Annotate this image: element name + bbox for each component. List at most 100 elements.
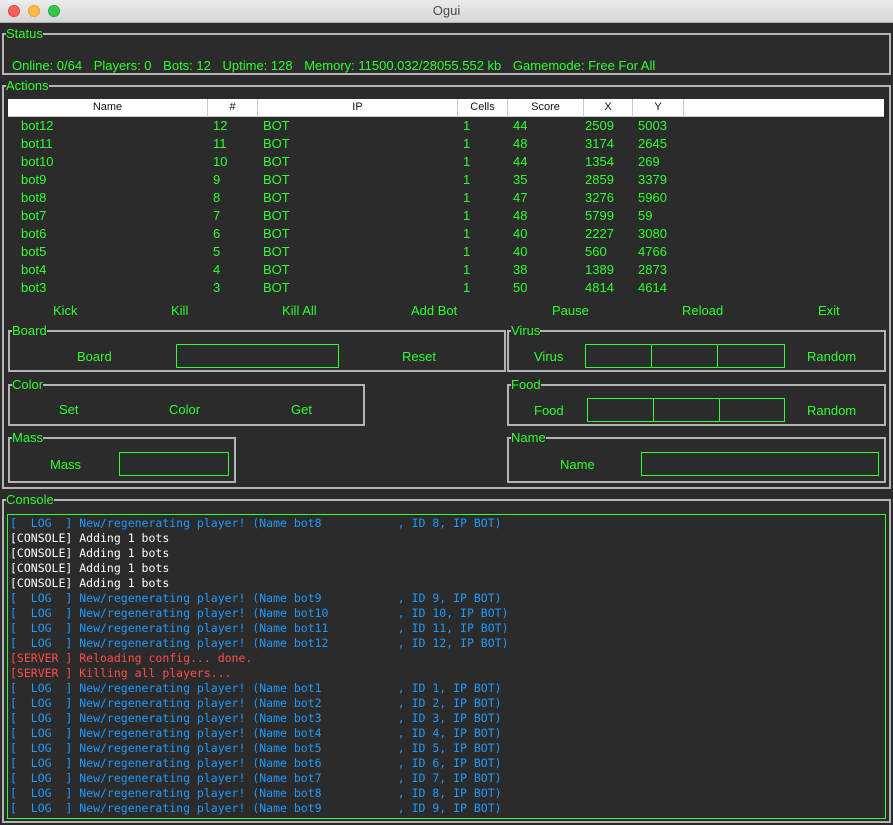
cell-ip: BOT [263, 262, 290, 277]
console-line: [SERVER ] Killing all players... [10, 666, 232, 680]
table-row[interactable]: bot3 3 BOT 1 50 4814 4614 [8, 279, 884, 297]
virus-input-2[interactable] [651, 344, 718, 368]
table-row[interactable]: bot6 6 BOT 1 40 2227 3080 [8, 225, 884, 243]
cell-number: 9 [213, 172, 221, 187]
cell-y: 2645 [638, 136, 667, 151]
kick-button[interactable]: Kick [53, 303, 78, 318]
table-row[interactable]: bot5 5 BOT 1 40 560 4766 [8, 243, 884, 261]
table-row[interactable]: bot7 7 BOT 1 48 5799 59 [8, 207, 884, 225]
status-uptime: Uptime: 128 [222, 58, 293, 73]
cell-number: 10 [213, 154, 228, 169]
column-header-name[interactable]: Name [8, 99, 208, 116]
food-button[interactable]: Food [534, 403, 564, 418]
color-legend: Color [12, 377, 44, 392]
cell-name: bot9 [21, 172, 47, 187]
table-row[interactable]: bot10 10 BOT 1 44 1354 269 [8, 153, 884, 171]
cell-x: 2509 [585, 118, 614, 133]
table-row[interactable]: bot4 4 BOT 1 38 1389 2873 [8, 261, 884, 279]
color-set-button[interactable]: Set [59, 402, 79, 417]
virus-button[interactable]: Virus [534, 349, 563, 364]
actions-legend: Actions [6, 78, 49, 93]
cell-ip: BOT [263, 154, 290, 169]
cell-name: bot5 [21, 244, 47, 259]
food-input-2[interactable] [653, 398, 720, 422]
column-header-filler [684, 99, 884, 116]
console-line: [CONSOLE] Adding 1 bots [10, 576, 170, 590]
cell-cells: 1 [463, 136, 471, 151]
column-header-x[interactable]: X [584, 99, 633, 116]
status-bots: Bots: 12 [163, 58, 211, 73]
cell-number: 11 [213, 136, 227, 151]
column-header-cells[interactable]: Cells [458, 99, 508, 116]
pause-button[interactable]: Pause [552, 303, 589, 318]
console-output[interactable]: [ LOG ] New/regenerating player! (Name b… [7, 514, 886, 819]
cell-x: 560 [585, 244, 607, 259]
color-button[interactable]: Color [169, 402, 200, 417]
food-input-1[interactable] [587, 398, 654, 422]
console-line: [SERVER ] Reloading config... done. [10, 651, 253, 665]
name-input[interactable] [641, 452, 879, 476]
cell-cells: 1 [463, 280, 471, 295]
cell-ip: BOT [263, 190, 290, 205]
board-button[interactable]: Board [77, 349, 112, 364]
status-legend: Status [6, 26, 43, 41]
console-line: [ LOG ] New/regenerating player! (Name b… [10, 756, 502, 770]
cell-score: 48 [513, 208, 528, 223]
console-line: [CONSOLE] Adding 1 bots [10, 531, 170, 545]
cell-ip: BOT [263, 136, 290, 151]
name-button[interactable]: Name [560, 457, 595, 472]
cell-ip: BOT [263, 172, 290, 187]
food-input-3[interactable] [719, 398, 785, 422]
console-line: [ LOG ] New/regenerating player! (Name b… [10, 681, 502, 695]
food-random-button[interactable]: Random [807, 403, 856, 418]
status-players: Players: 0 [93, 58, 152, 73]
exit-button[interactable]: Exit [818, 303, 840, 318]
board-reset-button[interactable]: Reset [402, 349, 436, 364]
cell-x: 1389 [585, 262, 614, 277]
cell-cells: 1 [463, 118, 471, 133]
console-line: [ LOG ] New/regenerating player! (Name b… [10, 786, 502, 800]
cell-cells: 1 [463, 172, 471, 187]
status-gamemode: Gamemode: Free For All [512, 58, 656, 73]
status-group: Status Online: 0/64 Players: 0 Bots: 12 … [2, 27, 891, 75]
column-header-score[interactable]: Score [508, 99, 584, 116]
cell-number: 4 [213, 262, 221, 277]
cell-number: 7 [213, 208, 221, 223]
virus-input-1[interactable] [585, 344, 652, 368]
mass-input[interactable] [119, 452, 229, 476]
column-header-number[interactable]: # [208, 99, 258, 116]
console-line: [ LOG ] New/regenerating player! (Name b… [10, 696, 502, 710]
cell-x: 2227 [585, 226, 614, 241]
food-legend: Food [511, 377, 541, 392]
table-row[interactable]: bot9 9 BOT 1 35 2859 3379 [8, 171, 884, 189]
cell-name: bot7 [21, 208, 47, 223]
app-root: Status Online: 0/64 Players: 0 Bots: 12 … [0, 23, 893, 825]
mass-button[interactable]: Mass [50, 457, 81, 472]
cell-name: bot3 [21, 280, 47, 295]
virus-random-button[interactable]: Random [807, 349, 856, 364]
color-get-button[interactable]: Get [291, 402, 312, 417]
cell-cells: 1 [463, 154, 471, 169]
cell-number: 6 [213, 226, 221, 241]
board-input[interactable] [176, 344, 339, 368]
table-row[interactable]: bot8 8 BOT 1 47 3276 5960 [8, 189, 884, 207]
cell-cells: 1 [463, 190, 471, 205]
reload-button[interactable]: Reload [682, 303, 723, 318]
cell-cells: 1 [463, 262, 471, 277]
virus-input-3[interactable] [717, 344, 785, 368]
add-bot-button[interactable]: Add Bot [411, 303, 457, 318]
cell-ip: BOT [263, 280, 290, 295]
players-table[interactable]: Name # IP Cells Score X Y bot12 12 BOT 1 44 2… [8, 99, 884, 297]
cell-x: 3174 [585, 136, 614, 151]
cell-name: bot6 [21, 226, 47, 241]
column-header-y[interactable]: Y [633, 99, 684, 116]
kill-all-button[interactable]: Kill All [282, 303, 317, 318]
table-row[interactable]: bot12 12 BOT 1 44 2509 5003 [8, 117, 884, 135]
cell-y: 3379 [638, 172, 667, 187]
console-line: [ LOG ] New/regenerating player! (Name b… [10, 516, 502, 530]
table-row[interactable]: bot11 11 BOT 1 48 3174 2645 [8, 135, 884, 153]
console-line: [ LOG ] New/regenerating player! (Name b… [10, 621, 509, 635]
kill-button[interactable]: Kill [171, 303, 188, 318]
column-header-ip[interactable]: IP [258, 99, 458, 116]
status-online: Online: 0/64 [12, 58, 83, 73]
